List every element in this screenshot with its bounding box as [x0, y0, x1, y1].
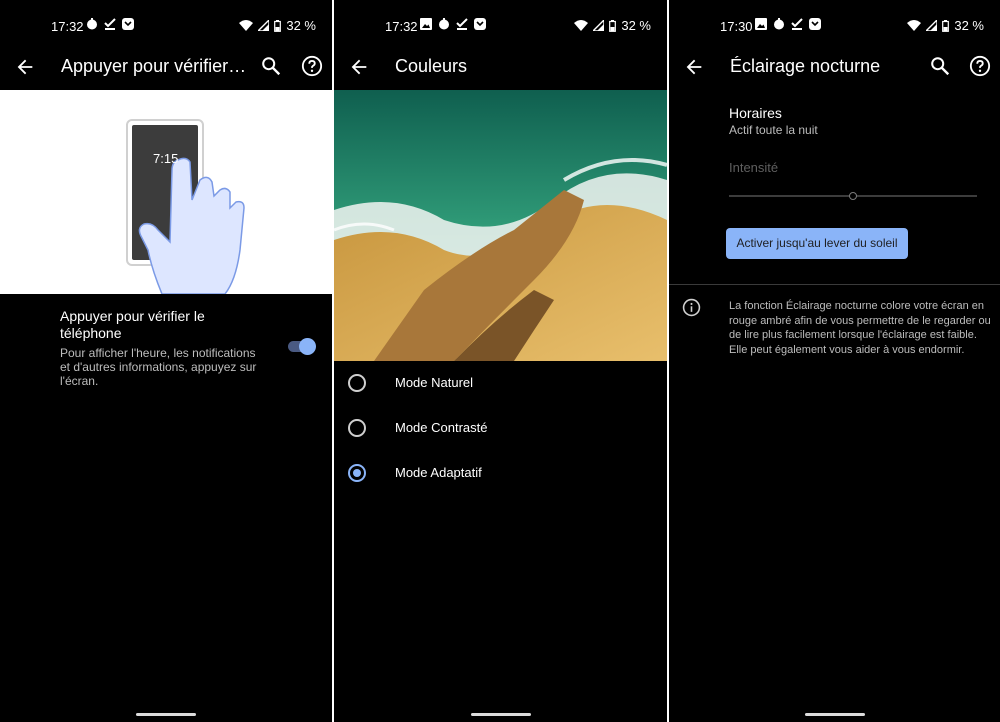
image-icon: [420, 18, 432, 30]
intensity-label: Intensité: [729, 160, 779, 175]
pocket-icon: [474, 18, 486, 30]
back-arrow-icon[interactable]: [14, 56, 36, 78]
battery-icon: [609, 19, 617, 32]
status-time: 17:32: [385, 19, 418, 34]
app-bar: Couleurs: [334, 44, 667, 90]
notification-app-icon: [439, 18, 449, 30]
setting-title: Appuyer pour vérifier le téléphone: [60, 308, 205, 341]
search-icon[interactable]: [260, 55, 282, 77]
screen-colors: 17:32 32 % Couleurs Mode Naturel Mode Co…: [334, 0, 667, 722]
app-bar: Éclairage nocturne: [669, 44, 1000, 90]
battery-percent: 32 %: [954, 18, 984, 33]
help-icon[interactable]: [969, 55, 991, 77]
notification-app-icon: [774, 18, 784, 30]
screen-night-light: 17:30 32 % Éclairage nocturne Horaires A…: [669, 0, 1000, 722]
option-adaptive-label: Mode Adaptatif: [395, 465, 482, 480]
cell-signal-icon: [593, 20, 605, 31]
status-time: 17:32: [51, 19, 84, 34]
info-icon: [682, 298, 701, 317]
coastline-photo: [334, 90, 667, 361]
cell-signal-icon: [258, 20, 270, 31]
radio-contrast[interactable]: [348, 419, 366, 437]
intensity-slider[interactable]: [729, 192, 977, 200]
task-done-icon: [791, 18, 803, 30]
battery-icon: [942, 19, 950, 32]
phone-hand-illustration: [126, 119, 245, 295]
setting-description: Pour afficher l'heure, les notifications…: [60, 346, 257, 388]
status-bar: 17:32 32 %: [0, 0, 332, 44]
back-arrow-icon[interactable]: [348, 56, 370, 78]
page-title: Appuyer pour vérifier…: [61, 56, 247, 76]
illustration-clock: 7:15: [153, 151, 179, 166]
notification-app-icon: [87, 18, 97, 30]
tap-to-check-setting[interactable]: Appuyer pour vérifier le téléphone Pour …: [60, 308, 265, 388]
cell-signal-icon: [926, 20, 938, 31]
pocket-icon: [122, 18, 134, 30]
status-bar: 17:32 32 %: [334, 0, 667, 44]
battery-percent: 32 %: [621, 18, 651, 33]
toggle-thumb: [299, 338, 316, 355]
section-divider: [669, 284, 1000, 285]
image-icon: [755, 18, 767, 30]
radio-natural[interactable]: [348, 374, 366, 392]
option-natural[interactable]: Mode Naturel: [334, 364, 667, 404]
schedule-title: Horaires: [729, 105, 782, 121]
wifi-icon: [239, 20, 254, 31]
option-natural-label: Mode Naturel: [395, 375, 474, 390]
slider-thumb[interactable]: [849, 192, 857, 200]
task-done-icon: [456, 18, 468, 30]
wifi-icon: [907, 20, 922, 31]
option-contrast[interactable]: Mode Contrasté: [334, 409, 667, 449]
battery-icon: [274, 19, 282, 32]
app-bar: Appuyer pour vérifier…: [0, 44, 332, 90]
tap-illustration: 7:15: [0, 90, 332, 295]
option-contrast-label: Mode Contrasté: [395, 420, 488, 435]
gesture-nav-handle[interactable]: [470, 713, 531, 716]
back-arrow-icon[interactable]: [683, 56, 705, 78]
activate-until-sunrise-button[interactable]: Activer jusqu'au lever du soleil: [726, 228, 908, 259]
help-icon[interactable]: [301, 55, 323, 77]
status-bar: 17:30 32 %: [669, 0, 1000, 44]
task-done-icon: [104, 18, 116, 30]
page-title: Couleurs: [395, 56, 468, 76]
color-preview-image: [334, 90, 667, 361]
pocket-icon: [809, 18, 821, 30]
tap-to-check-toggle[interactable]: [288, 338, 316, 355]
battery-percent: 32 %: [286, 18, 316, 33]
option-adaptive[interactable]: Mode Adaptatif: [334, 454, 667, 494]
wifi-icon: [574, 20, 589, 31]
screen-tap-to-check: 17:32 32 % Appuyer pour vérifier… 7:15 A…: [0, 0, 332, 722]
status-time: 17:30: [720, 19, 753, 34]
gesture-nav-handle[interactable]: [804, 713, 865, 716]
page-title: Éclairage nocturne: [730, 56, 881, 76]
night-light-info-text: La fonction Éclairage nocturne colore vo…: [729, 300, 991, 356]
schedule-value: Actif toute la nuit: [729, 123, 818, 137]
radio-adaptive[interactable]: [348, 464, 366, 482]
gesture-nav-handle[interactable]: [136, 713, 196, 716]
search-icon[interactable]: [929, 55, 951, 77]
